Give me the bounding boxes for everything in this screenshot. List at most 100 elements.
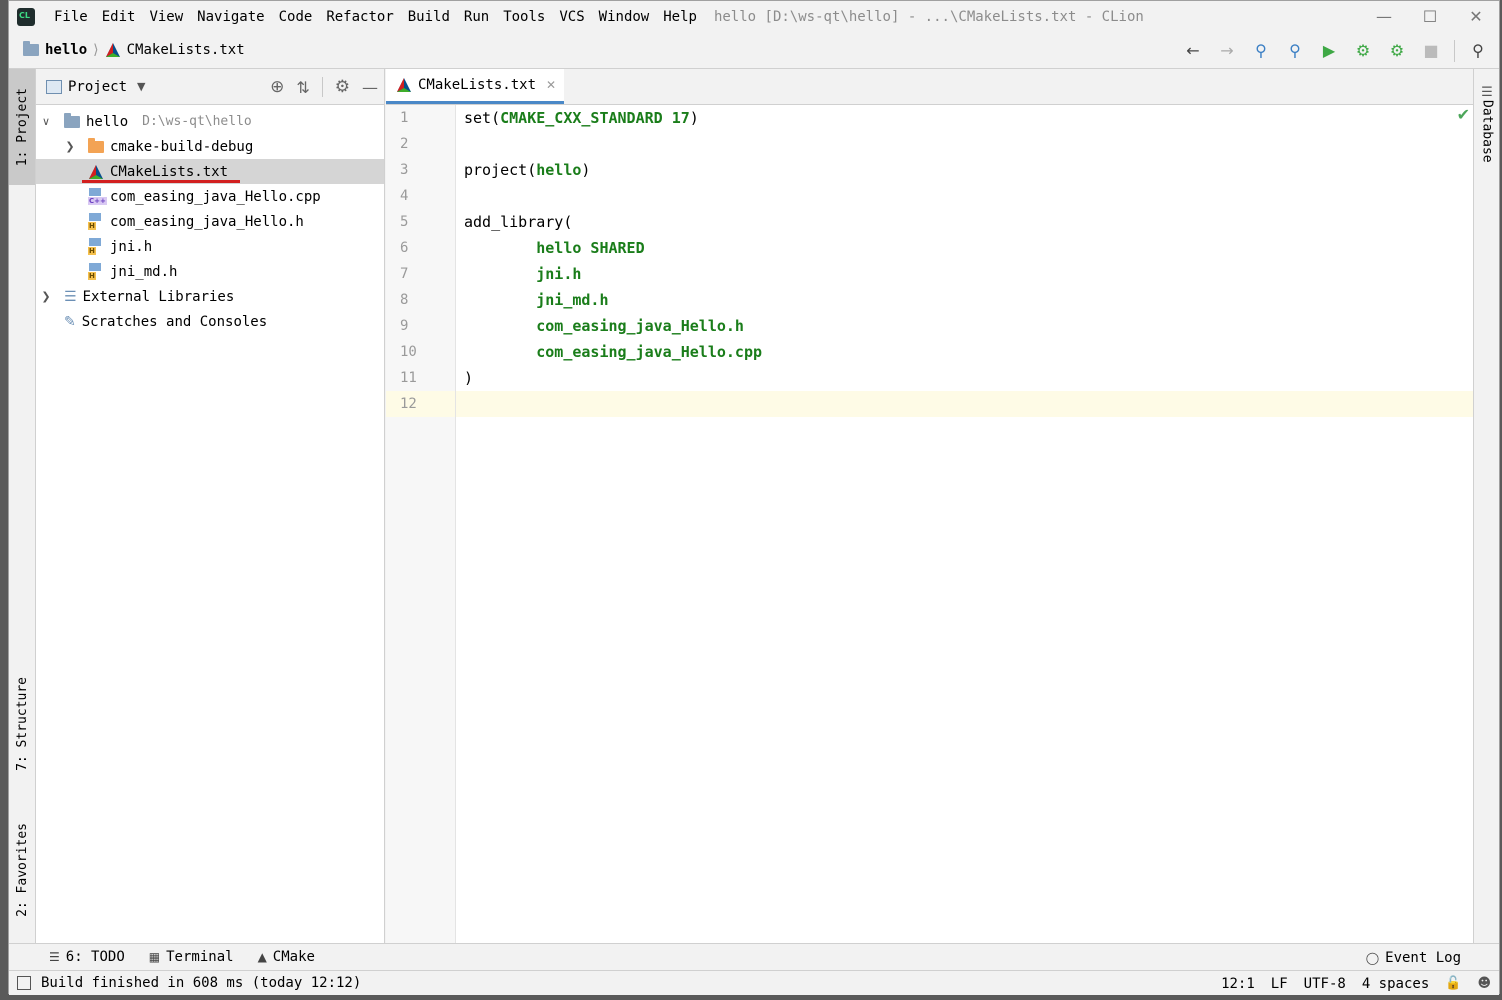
maximize-button[interactable]: ☐	[1407, 1, 1453, 32]
tree-item-jni-md-h[interactable]: H jni_md.h	[36, 259, 384, 284]
menu-run[interactable]: Run	[457, 9, 496, 25]
tree-item-label: jni.h	[110, 238, 153, 255]
library-icon: ☰	[64, 288, 77, 305]
tree-item-label: hello	[86, 113, 129, 130]
status-bar: Build finished in 608 ms (today 12:12) 1…	[9, 970, 1499, 995]
project-panel-header: Project ▼ ⊕ ⇅ ⚙ —	[36, 69, 384, 105]
code-line[interactable]	[456, 131, 1474, 157]
tab-todo-label: 6: TODO	[65, 949, 125, 965]
chevron-down-icon[interactable]: ▼	[137, 80, 145, 93]
tab-project-tool[interactable]: 1: Project	[9, 69, 35, 185]
cmake-icon	[105, 43, 120, 57]
tree-item-jni-h[interactable]: H jni.h	[36, 234, 384, 259]
tab-event-log[interactable]: ◯ Event Log	[1366, 944, 1461, 971]
file-encoding[interactable]: UTF-8	[1304, 976, 1346, 992]
menu-vcs[interactable]: VCS	[552, 9, 591, 25]
menu-help[interactable]: Help	[656, 9, 704, 25]
line-separator[interactable]: LF	[1271, 976, 1288, 992]
code-line[interactable]: jni_md.h	[456, 287, 1474, 313]
menu-edit[interactable]: Edit	[95, 9, 143, 25]
lock-icon[interactable]: 🔓	[1445, 976, 1461, 991]
breadcrumb-project[interactable]: hello	[45, 42, 87, 58]
tree-item-cmake-build-debug[interactable]: ❯ cmake-build-debug	[36, 134, 384, 159]
toggle-tool-windows-icon[interactable]	[17, 976, 31, 990]
code-line[interactable]: )	[456, 365, 1474, 391]
code-argument: CMAKE_CXX_STANDARD 17	[500, 109, 690, 127]
tree-item-scratches[interactable]: ✎ Scratches and Consoles	[36, 309, 384, 334]
tab-cmakelists[interactable]: CMakeLists.txt ✕	[386, 69, 565, 104]
code-line[interactable]: hello SHARED	[456, 235, 1474, 261]
search-replace-icon[interactable]: ⚲	[1284, 40, 1306, 62]
code-line[interactable]: jni.h	[456, 261, 1474, 287]
chevron-down-icon[interactable]: ∨	[38, 115, 54, 128]
line-number: 1	[400, 110, 409, 126]
tab-favorites-tool[interactable]: 2: Favorites	[9, 807, 35, 933]
menu-build[interactable]: Build	[401, 9, 457, 25]
project-panel-title[interactable]: Project	[68, 79, 127, 95]
search-everywhere-icon[interactable]: ⚲	[1467, 40, 1489, 62]
tree-item-hello[interactable]: ∨ hello D:\ws-qt\hello	[36, 109, 384, 134]
menu-view[interactable]: View	[142, 9, 190, 25]
back-icon[interactable]: ←	[1182, 40, 1204, 62]
tree-item-external-libraries[interactable]: ❯ ☰ External Libraries	[36, 284, 384, 309]
line-number-gutter: 1 2 3 4 5 6 7 8 9 10 11 12	[386, 105, 456, 943]
tree-item-hello-h[interactable]: H com_easing_java_Hello.h	[36, 209, 384, 234]
code-line[interactable]: add_library(	[456, 209, 1474, 235]
breadcrumb-file[interactable]: CMakeLists.txt	[127, 42, 245, 58]
toolbar-separator	[1454, 39, 1455, 62]
menu-navigate[interactable]: Navigate	[190, 9, 271, 25]
tab-database-label: Database	[1479, 100, 1495, 163]
code-area[interactable]: set(CMAKE_CXX_STANDARD 17) project(hello)…	[456, 105, 1474, 943]
find-usages-icon[interactable]: ⚲	[1250, 40, 1272, 62]
forward-icon[interactable]: →	[1216, 40, 1238, 62]
line-number: 8	[400, 292, 409, 308]
tree-item-hello-cpp[interactable]: C++ com_easing_java_Hello.cpp	[36, 184, 384, 209]
hide-panel-icon[interactable]: —	[362, 78, 378, 97]
code-line[interactable]	[456, 183, 1474, 209]
code-line[interactable]: project(hello)	[456, 157, 1474, 183]
code-line[interactable]: set(CMAKE_CXX_STANDARD 17)	[456, 105, 1474, 131]
close-icon[interactable]: ✕	[546, 78, 556, 92]
window-title: hello [D:\ws-qt\hello] - ...\CMakeLists.…	[713, 8, 1144, 25]
tab-favorites-label: 2: Favorites	[14, 823, 30, 917]
tab-terminal[interactable]: ▦ Terminal	[149, 949, 234, 965]
indent-setting[interactable]: 4 spaces	[1362, 976, 1429, 992]
stop-icon[interactable]: ■	[1420, 40, 1442, 62]
code-argument: hello SHARED	[536, 239, 645, 257]
run-icon[interactable]: ▶	[1318, 40, 1340, 62]
tab-todo[interactable]: ☰ 6: TODO	[49, 949, 125, 965]
run-with-coverage-icon[interactable]: ⚙	[1386, 40, 1408, 62]
status-message[interactable]: Build finished in 608 ms (today 12:12)	[41, 975, 361, 991]
code-token: )	[464, 369, 474, 387]
tab-structure-tool[interactable]: 7: Structure	[9, 661, 35, 787]
menu-file[interactable]: File	[47, 9, 95, 25]
locate-icon[interactable]: ⊕	[270, 77, 284, 97]
debug-icon[interactable]: ⚙	[1352, 40, 1374, 62]
minimize-button[interactable]: —	[1361, 1, 1407, 32]
tab-cmake[interactable]: ▲ CMake	[258, 949, 315, 965]
chevron-right-icon[interactable]: ❯	[62, 140, 78, 153]
code-line[interactable]: com_easing_java_Hello.h	[456, 313, 1474, 339]
tab-database-tool[interactable]: ☰ Database	[1474, 79, 1500, 169]
tree-item-cmakelists[interactable]: CMakeLists.txt	[36, 159, 384, 184]
no-problems-check-icon[interactable]: ✔	[1457, 105, 1470, 124]
line-number: 4	[400, 188, 409, 204]
collapse-all-icon[interactable]: ⇅	[296, 78, 309, 97]
close-window-button[interactable]: ✕	[1453, 1, 1499, 32]
project-panel: Project ▼ ⊕ ⇅ ⚙ — ∨ hello D:\ws-qt\hello…	[36, 69, 385, 943]
menu-code[interactable]: Code	[272, 9, 320, 25]
code-line[interactable]: com_easing_java_Hello.cpp	[456, 339, 1474, 365]
inspector-icon[interactable]: ☻	[1477, 976, 1491, 991]
menu-tools[interactable]: Tools	[496, 9, 552, 25]
menu-refactor[interactable]: Refactor	[319, 9, 400, 25]
menu-window[interactable]: Window	[592, 9, 657, 25]
gear-icon[interactable]: ⚙	[335, 77, 350, 97]
cpp-file-icon: C++	[88, 188, 107, 205]
code-line[interactable]	[456, 391, 1474, 417]
tab-terminal-label: Terminal	[166, 949, 234, 965]
chevron-right-icon[interactable]: ❯	[38, 290, 54, 303]
caret-position[interactable]: 12:1	[1221, 976, 1255, 992]
editor-tabs: CMakeLists.txt ✕	[386, 69, 1474, 105]
